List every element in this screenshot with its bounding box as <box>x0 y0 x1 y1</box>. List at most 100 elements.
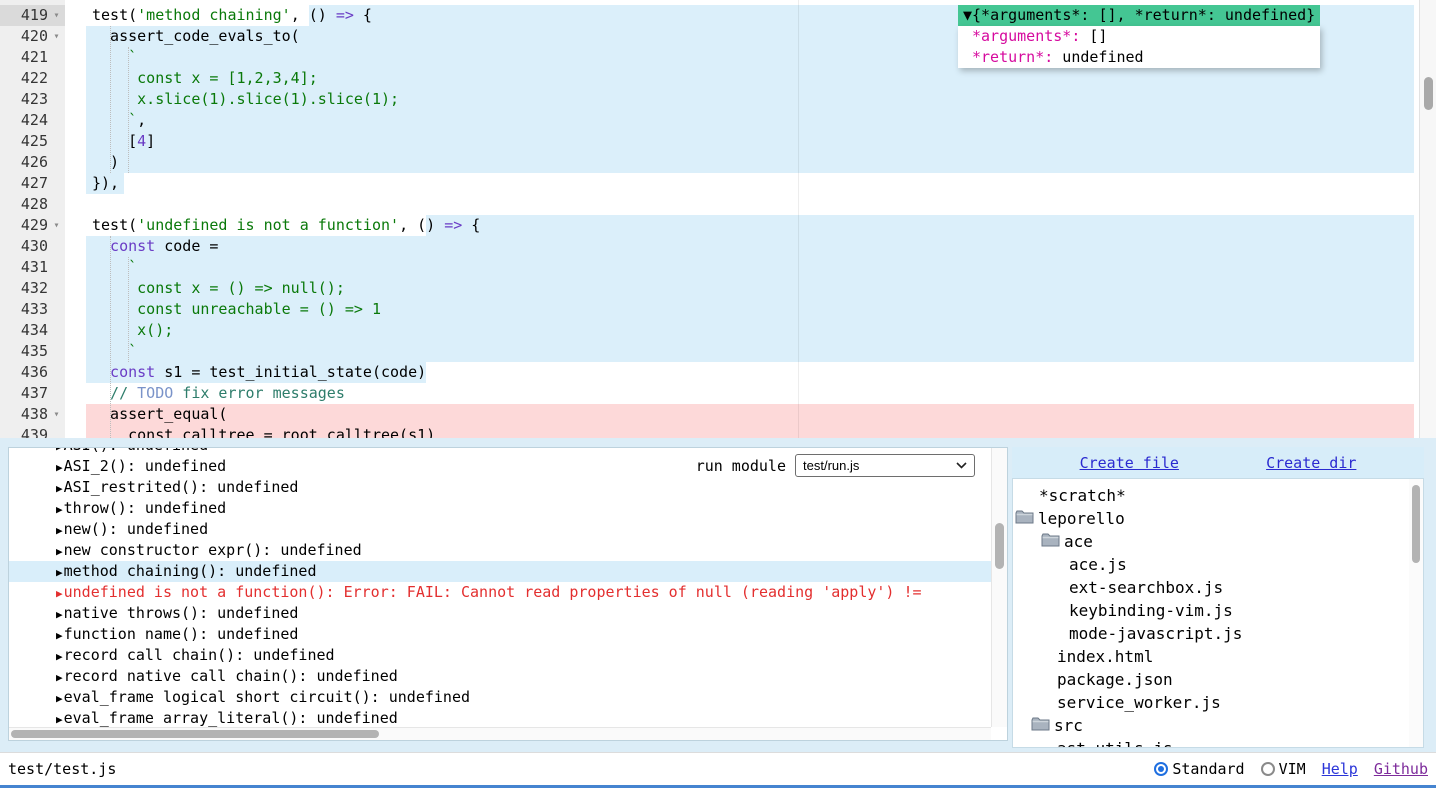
code-line[interactable]: // TODO fix error messages <box>0 383 1436 404</box>
fold-arrow-icon[interactable]: ▾ <box>48 26 65 47</box>
code-editor[interactable]: test('method chaining', () => {assert_co… <box>0 0 1436 438</box>
test-result-label: new constructor expr(): undefined <box>64 541 362 559</box>
code-line[interactable]: assert_equal( <box>0 404 1436 425</box>
eval-highlight <box>426 215 1414 236</box>
code-line[interactable]: const x = [1,2,3,4]; <box>0 68 1436 89</box>
test-result-item[interactable]: ▶function name(): undefined <box>9 624 991 645</box>
editor-vertical-scrollbar[interactable] <box>1419 0 1436 438</box>
file-name-label: package.json <box>1057 668 1173 691</box>
github-link[interactable]: Github <box>1374 760 1428 778</box>
expand-arrow-icon[interactable]: ▶ <box>56 524 63 537</box>
help-link[interactable]: Help <box>1322 760 1358 778</box>
gutter-row: 428 <box>0 194 65 215</box>
expand-arrow-icon[interactable]: ▶ <box>56 587 63 600</box>
expand-arrow-icon[interactable]: ▶ <box>56 566 63 579</box>
test-result-item[interactable]: ▶method chaining(): undefined <box>9 561 991 582</box>
results-vertical-scrollbar[interactable] <box>991 448 1007 727</box>
code-line[interactable]: const unreachable = () => 1 <box>0 299 1436 320</box>
radio-standard-icon[interactable] <box>1154 762 1168 776</box>
tree-file[interactable]: ace.js <box>1013 553 1423 576</box>
tree-file[interactable]: keybinding-vim.js <box>1013 599 1423 622</box>
fold-spacer <box>48 47 65 68</box>
test-result-item[interactable]: ▶new constructor expr(): undefined <box>9 540 991 561</box>
run-module-select[interactable]: test/run.js <box>795 454 975 477</box>
tree-directory[interactable]: src <box>1013 714 1423 737</box>
expand-arrow-icon[interactable]: ▶ <box>56 461 63 474</box>
radio-vim-icon[interactable] <box>1261 762 1275 776</box>
code-line[interactable]: test('undefined is not a function', () =… <box>0 215 1436 236</box>
tooltip-property-row[interactable]: *arguments*: [] <box>972 26 1315 47</box>
code-line[interactable]: const calltree = root_calltree(s1) <box>0 425 1436 438</box>
fold-spacer <box>48 341 65 362</box>
code-line[interactable]: x(); <box>0 320 1436 341</box>
code-line[interactable]: const x = () => null(); <box>0 278 1436 299</box>
token-plain: { <box>354 6 372 24</box>
code-line[interactable]: }), <box>0 173 1436 194</box>
code-line[interactable]: const s1 = test_initial_state(code) <box>0 362 1436 383</box>
code-line[interactable]: [4] <box>0 131 1436 152</box>
expand-arrow-icon[interactable]: ▶ <box>56 650 63 663</box>
token-plain: const calltree = root_calltree(s1) <box>128 426 435 438</box>
eval-highlight <box>86 236 1414 257</box>
code-line[interactable]: ) <box>0 152 1436 173</box>
run-module-control: run module test/run.js <box>696 454 975 477</box>
collapse-arrow-icon[interactable]: ▼ <box>963 6 972 24</box>
tree-directory[interactable]: ace <box>1013 530 1423 553</box>
expand-arrow-icon[interactable]: ▶ <box>56 608 63 621</box>
expand-arrow-icon[interactable]: ▶ <box>56 503 63 516</box>
keybinding-vim-option[interactable]: VIM <box>1261 760 1306 778</box>
test-result-item[interactable]: ▶native throws(): undefined <box>9 603 991 624</box>
status-bar-right: Standard VIM Help Github <box>1154 760 1428 778</box>
tree-file[interactable]: package.json <box>1013 668 1423 691</box>
tree-file[interactable]: ast_utils.js <box>1013 737 1423 748</box>
expand-arrow-icon[interactable]: ▶ <box>56 482 63 495</box>
code-line[interactable]: ` <box>0 341 1436 362</box>
test-result-item[interactable]: ▶throw(): undefined <box>9 498 991 519</box>
expand-arrow-icon[interactable]: ▶ <box>56 545 63 558</box>
code-line[interactable]: `, <box>0 110 1436 131</box>
test-result-item[interactable]: ▶record native call chain(): undefined <box>9 666 991 687</box>
test-result-label: throw(): undefined <box>64 499 227 517</box>
code-line[interactable]: const code = <box>0 236 1436 257</box>
test-result-item[interactable]: ▶eval_frame array_literal(): undefined <box>9 708 991 727</box>
code-line[interactable]: x.slice(1).slice(1).slice(1); <box>0 89 1436 110</box>
tree-scrollbar-thumb[interactable] <box>1412 485 1420 563</box>
code-line[interactable]: ` <box>0 257 1436 278</box>
fold-arrow-icon[interactable]: ▾ <box>48 404 65 425</box>
file-explorer-panel: Create file Create dir *scratch*leporell… <box>1012 447 1424 748</box>
current-file-path: test/test.js <box>8 760 116 778</box>
tree-file[interactable]: service_worker.js <box>1013 691 1423 714</box>
line-number: 422 <box>0 68 48 89</box>
expand-arrow-icon[interactable]: ▶ <box>56 692 63 705</box>
test-result-item[interactable]: ▶undefined is not a function(): Error: F… <box>9 582 991 603</box>
results-vscrollbar-thumb[interactable] <box>995 523 1004 569</box>
results-hscrollbar-thumb[interactable] <box>11 730 379 738</box>
test-result-item[interactable]: ▶new(): undefined <box>9 519 991 540</box>
fold-arrow-icon[interactable]: ▾ <box>48 215 65 236</box>
tooltip-property-row[interactable]: *return*: undefined <box>972 47 1315 68</box>
expand-arrow-icon[interactable]: ▶ <box>56 447 63 453</box>
tree-vertical-scrollbar[interactable] <box>1409 479 1423 747</box>
test-result-label: record call chain(): undefined <box>64 646 335 664</box>
run-module-selected-value: test/run.js <box>803 458 859 473</box>
editor-scrollbar-thumb[interactable] <box>1424 77 1433 110</box>
tree-directory[interactable]: leporello <box>1013 507 1423 530</box>
tree-file[interactable]: mode-javascript.js <box>1013 622 1423 645</box>
test-result-label: ASI_2(): undefined <box>64 457 227 475</box>
tree-file[interactable]: index.html <box>1013 645 1423 668</box>
code-line[interactable] <box>0 194 1436 215</box>
test-result-item[interactable]: ▶eval_frame logical short circuit(): und… <box>9 687 991 708</box>
tree-file[interactable]: ext-searchbox.js <box>1013 576 1423 599</box>
test-result-item[interactable]: ▶record call chain(): undefined <box>9 645 991 666</box>
tooltip-header[interactable]: ▼{*arguments*: [], *return*: undefined} <box>958 5 1320 26</box>
results-horizontal-scrollbar[interactable] <box>9 727 991 740</box>
keybinding-standard-option[interactable]: Standard <box>1154 760 1244 778</box>
expand-arrow-icon[interactable]: ▶ <box>56 713 63 726</box>
expand-arrow-icon[interactable]: ▶ <box>56 629 63 642</box>
fold-arrow-icon[interactable]: ▾ <box>48 5 65 26</box>
expand-arrow-icon[interactable]: ▶ <box>56 671 63 684</box>
tree-file[interactable]: *scratch* <box>1013 484 1423 507</box>
create-dir-link[interactable]: Create dir <box>1266 454 1356 472</box>
test-result-item[interactable]: ▶ASI_restrited(): undefined <box>9 477 991 498</box>
create-file-link[interactable]: Create file <box>1080 454 1179 472</box>
